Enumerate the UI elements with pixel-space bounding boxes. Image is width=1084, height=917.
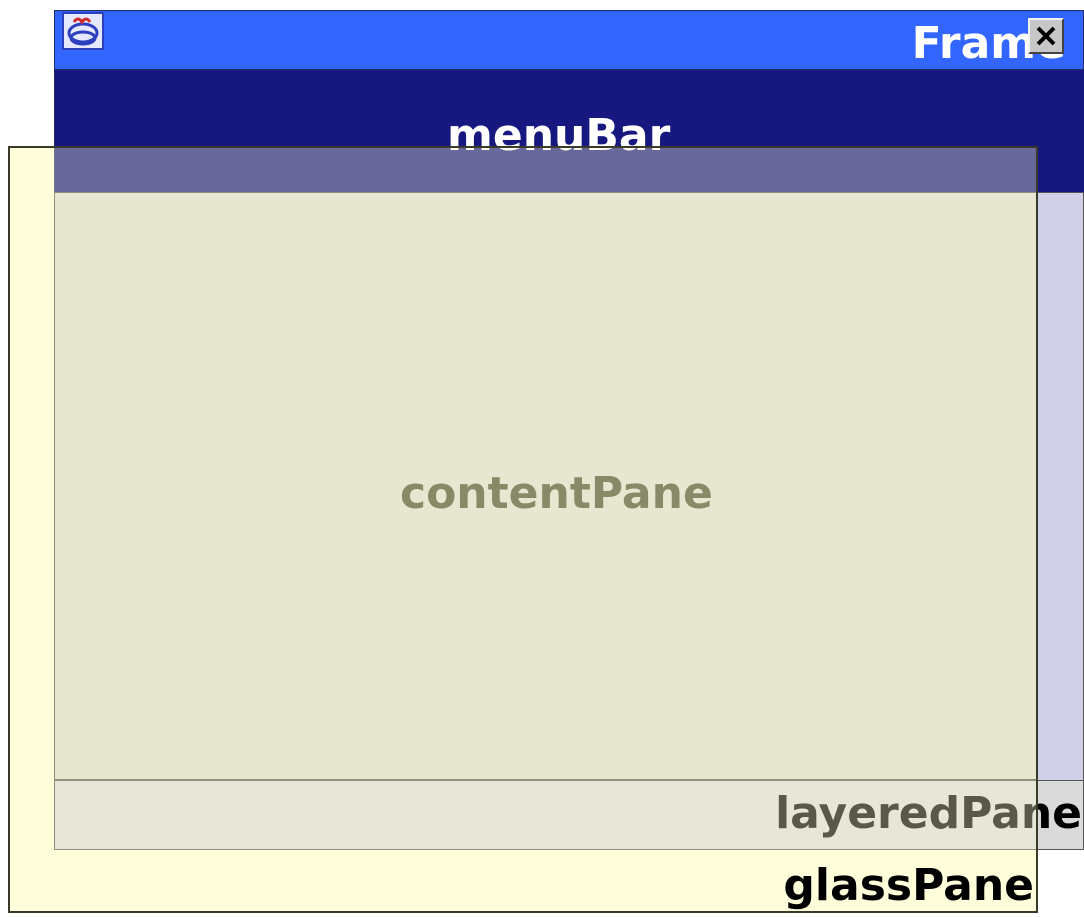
close-icon xyxy=(1036,26,1056,46)
glass-pane-label: glassPane xyxy=(783,860,1034,911)
close-button[interactable] xyxy=(1028,18,1064,54)
glass-pane xyxy=(8,146,1038,913)
java-duke-icon xyxy=(62,12,104,50)
